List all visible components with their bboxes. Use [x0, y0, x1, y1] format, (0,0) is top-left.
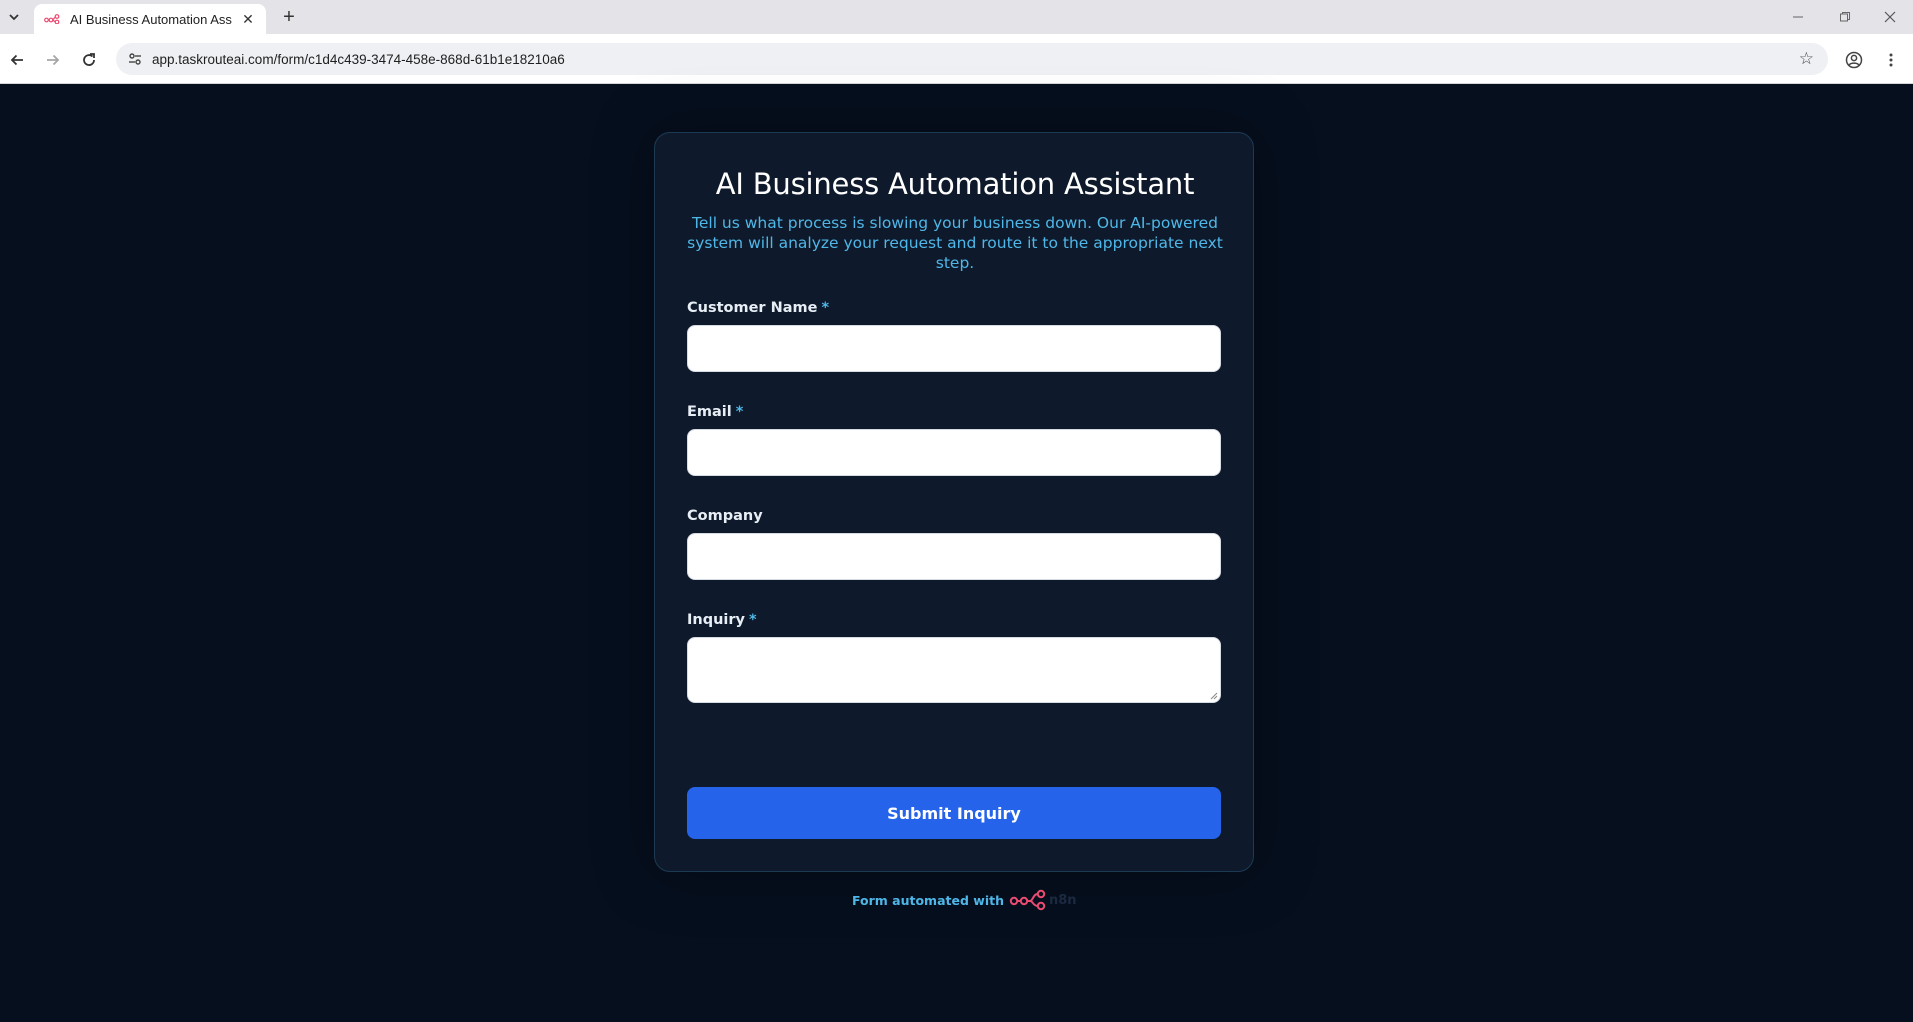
required-marker: * — [821, 300, 830, 316]
n8n-logo[interactable]: n8n — [1008, 889, 1077, 911]
company-input[interactable] — [687, 533, 1221, 580]
profile-icon[interactable] — [1841, 47, 1867, 73]
forward-arrow-icon[interactable] — [40, 47, 66, 73]
company-label: Company — [687, 508, 763, 524]
form-subtitle: Tell us what process is slowing your bus… — [687, 214, 1223, 272]
form-title: AI Business Automation Assistant — [715, 167, 1195, 201]
form-footer: Form automated with n8n — [852, 889, 1077, 911]
browser-tab[interactable]: AI Business Automation Assista ✕ — [34, 4, 266, 34]
tab-search-chevron-down-icon[interactable] — [4, 6, 24, 28]
address-bar[interactable]: app.taskrouteai.com/form/c1d4c439-3474-4… — [116, 43, 1828, 75]
n8n-logo-icon — [44, 14, 60, 24]
email-label: Email * — [687, 404, 744, 420]
inquiry-textarea[interactable] — [687, 637, 1221, 703]
tab-close-icon[interactable]: ✕ — [240, 11, 256, 28]
new-tab-plus-icon[interactable]: + — [278, 6, 300, 28]
n8n-logo-icon — [1009, 889, 1046, 911]
customer-name-input[interactable] — [687, 325, 1221, 372]
reload-icon[interactable] — [76, 47, 102, 73]
bookmark-star-icon[interactable]: ☆ — [1799, 49, 1814, 69]
url-text[interactable]: app.taskrouteai.com/form/c1d4c439-3474-4… — [152, 52, 565, 67]
tab-title: AI Business Automation Assista — [70, 11, 232, 27]
restore-icon[interactable] — [1833, 6, 1857, 28]
resize-grip-icon[interactable] — [1210, 692, 1218, 700]
customer-name-label: Customer Name * — [687, 300, 830, 316]
required-marker: * — [749, 612, 757, 628]
required-marker: * — [735, 404, 744, 420]
submit-inquiry-button[interactable]: Submit Inquiry — [687, 787, 1221, 839]
n8n-wordmark: n8n — [1048, 892, 1077, 908]
back-arrow-icon[interactable] — [4, 47, 30, 73]
minimize-icon[interactable] — [1786, 6, 1810, 28]
kebab-menu-icon[interactable] — [1878, 47, 1904, 73]
form-card: AI Business Automation Assistant Tell us… — [654, 132, 1254, 872]
site-info-icon[interactable] — [120, 43, 150, 75]
browser-tab-bar: AI Business Automation Assista ✕ + — [0, 0, 1913, 34]
inquiry-label: Inquiry * — [687, 612, 757, 628]
footer-text: Form automated with — [852, 892, 1004, 908]
email-input[interactable] — [687, 429, 1221, 476]
browser-toolbar: app.taskrouteai.com/form/c1d4c439-3474-4… — [0, 34, 1913, 84]
close-window-icon[interactable] — [1878, 6, 1902, 28]
